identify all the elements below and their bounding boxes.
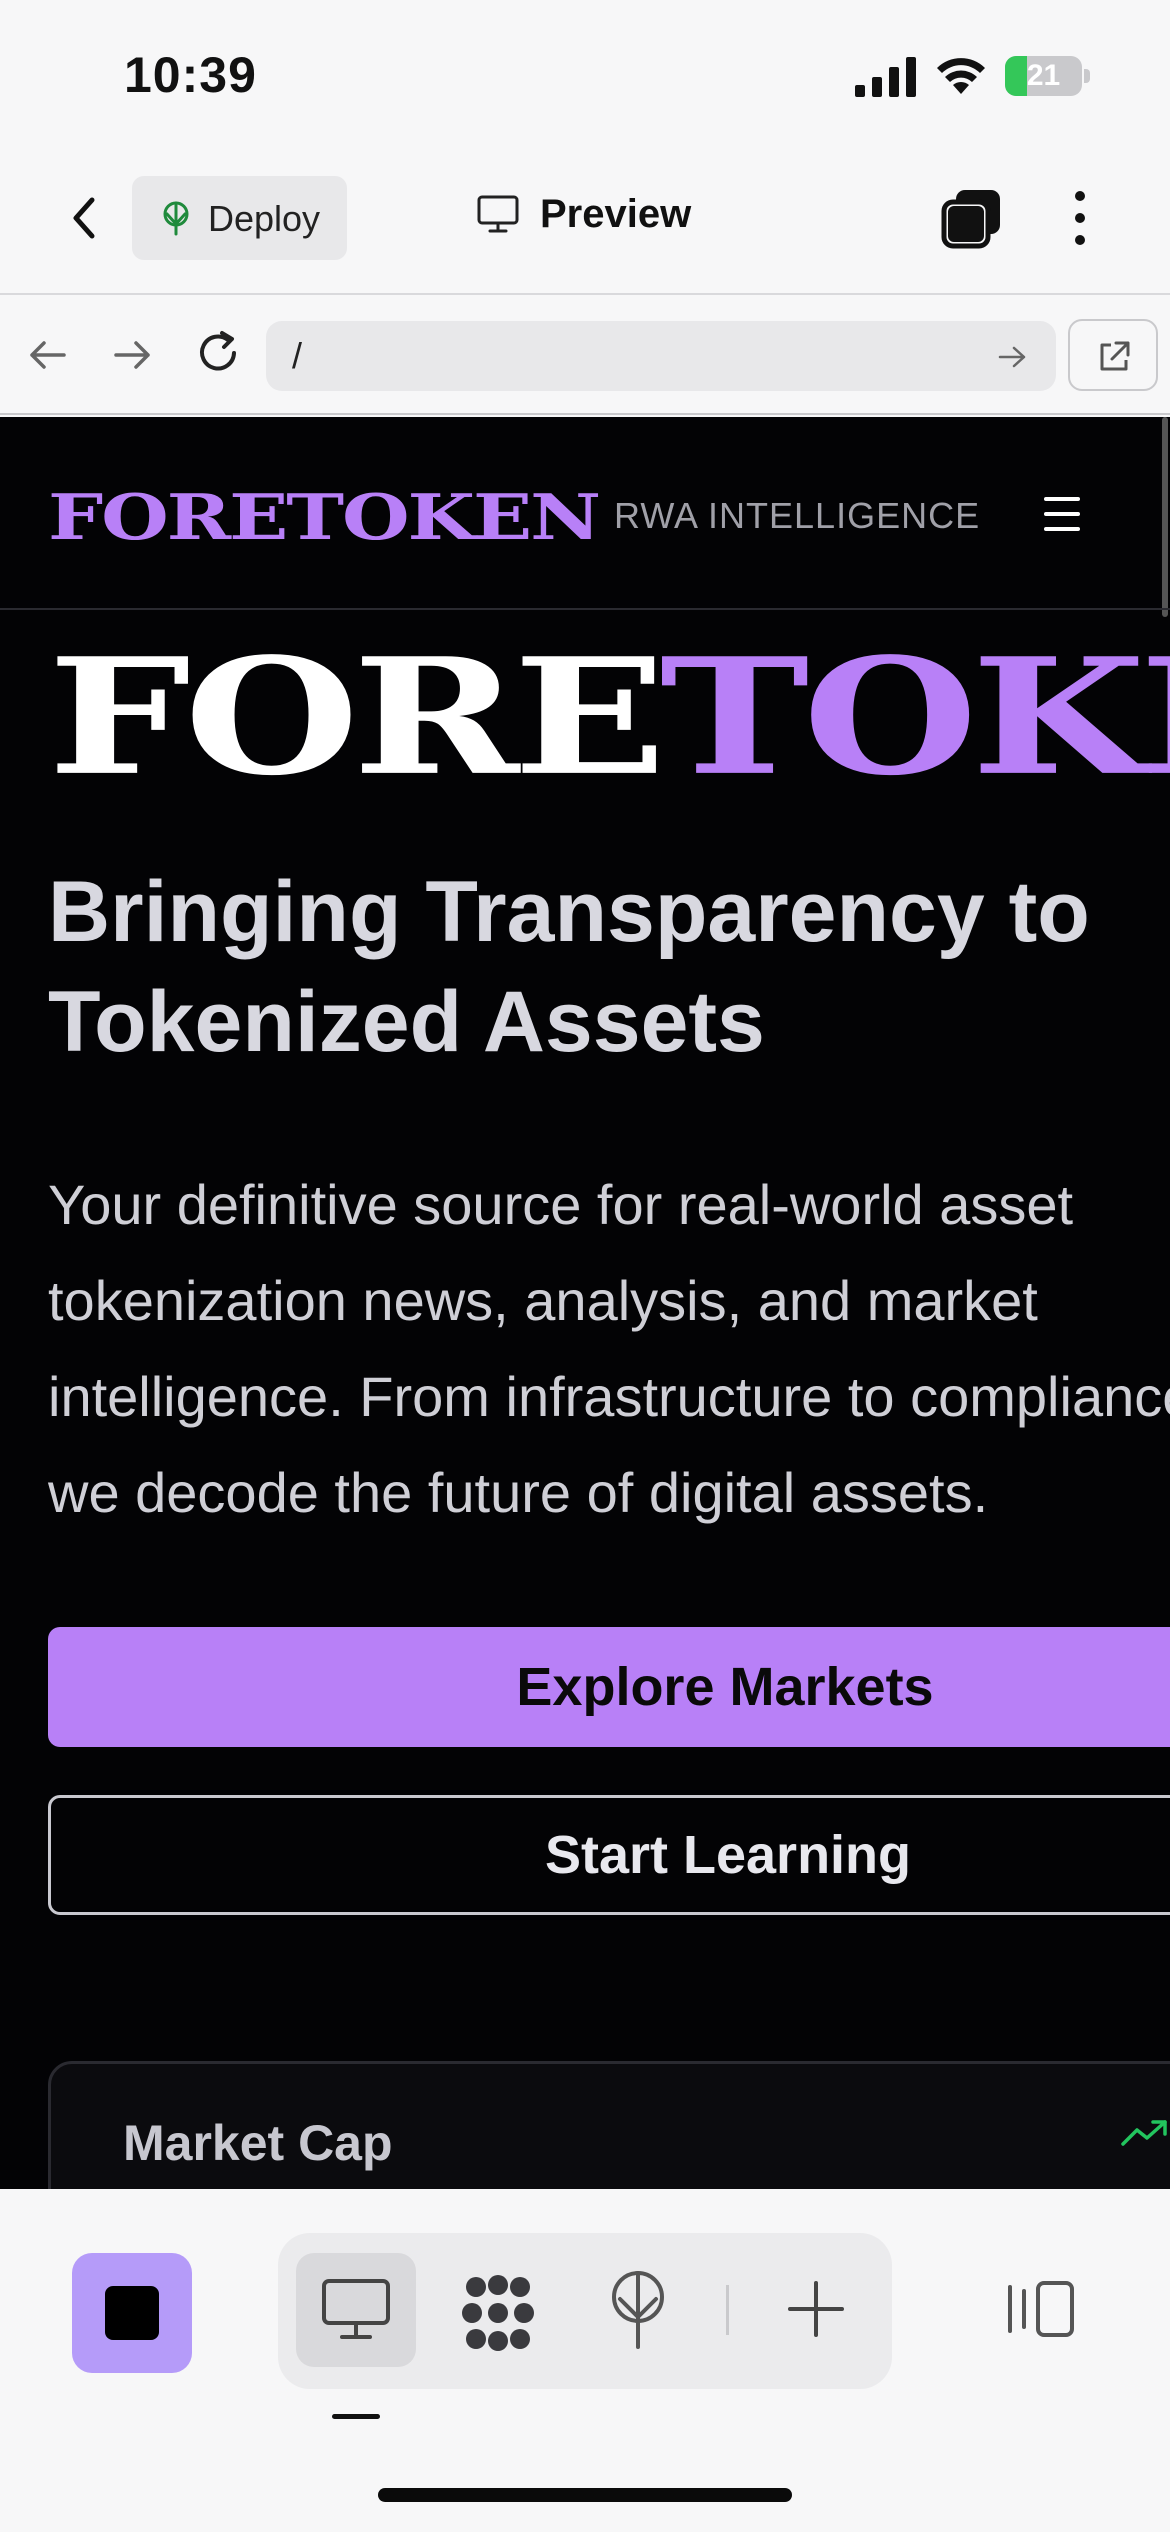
hero-heading: Bringing Transparency to Tokenized Asset… — [48, 864, 1090, 1070]
add-icon[interactable] — [784, 2277, 848, 2341]
stop-icon — [105, 2286, 159, 2340]
home-indicator[interactable] — [378, 2488, 792, 2502]
hero-brand-fore: FORE — [48, 622, 666, 811]
start-learning-label: Start Learning — [544, 1825, 912, 1885]
hamburger-menu-icon[interactable] — [1044, 497, 1080, 531]
site-navbar: FORETOKEN RWA INTELLIGENCE — [0, 417, 1170, 610]
start-learning-button[interactable]: Start Learning — [48, 1795, 1170, 1915]
url-text: / — [292, 335, 303, 376]
explore-markets-button[interactable]: Explore Markets — [48, 1627, 1170, 1747]
url-input[interactable]: / — [266, 321, 1056, 391]
deploy-icon — [163, 201, 189, 236]
apps-icon[interactable] — [458, 2273, 538, 2353]
go-arrow-icon[interactable] — [996, 341, 1028, 373]
open-external-button[interactable] — [1068, 319, 1158, 391]
stop-button[interactable] — [72, 2253, 192, 2373]
more-vertical-icon[interactable] — [1060, 186, 1100, 250]
website-viewport[interactable]: FORETOKEN RWA INTELLIGENCE FORETOKEN Bri… — [0, 417, 1170, 2189]
app-header: Deploy Preview — [0, 150, 1170, 295]
hero-brand-token: TOKEN — [659, 622, 1170, 811]
arrow-right-icon[interactable] — [108, 331, 156, 379]
deploy-label: Deploy — [208, 198, 321, 239]
deploy-tool-icon[interactable] — [606, 2269, 670, 2349]
market-cap-card: Market Cap — [48, 2061, 1170, 2189]
external-link-icon — [1100, 341, 1130, 371]
market-cap-label: Market Cap — [123, 2115, 393, 2171]
reload-icon[interactable] — [192, 327, 244, 379]
trending-up-icon — [1121, 2120, 1167, 2146]
site-logo[interactable]: FORETOKEN — [48, 481, 601, 554]
toolbar-divider — [726, 2285, 729, 2335]
wifi-icon — [937, 58, 985, 94]
preview-label: Preview — [540, 192, 692, 236]
battery-icon: 21 — [1005, 56, 1090, 96]
arrow-left-icon[interactable] — [24, 331, 72, 379]
browser-url-bar: / — [0, 297, 1170, 415]
tool-switcher — [278, 2233, 892, 2389]
cellular-signal-icon — [855, 57, 916, 97]
active-tab-indicator — [332, 2414, 380, 2419]
tool-preview-button[interactable] — [296, 2253, 416, 2367]
explore-markets-label: Explore Markets — [516, 1657, 934, 1717]
site-tagline: RWA INTELLIGENCE — [614, 495, 981, 536]
status-bar: 10:39 21 — [0, 0, 1170, 150]
hero-brand-wordmark: FORETOKEN — [48, 637, 1170, 797]
hero-description: Your definitive source for real-world as… — [48, 1173, 1170, 1524]
status-time: 10:39 — [124, 47, 257, 103]
monitor-icon — [477, 195, 519, 233]
tabs-icon[interactable] — [940, 186, 1004, 250]
bottom-toolbar — [0, 2189, 1170, 2532]
deploy-button[interactable]: Deploy — [132, 176, 347, 260]
panel-toggle-icon[interactable] — [1000, 2277, 1076, 2341]
preview-icon — [322, 2279, 390, 2339]
battery-percent: 21 — [1026, 59, 1061, 92]
back-chevron-icon[interactable] — [56, 188, 116, 248]
